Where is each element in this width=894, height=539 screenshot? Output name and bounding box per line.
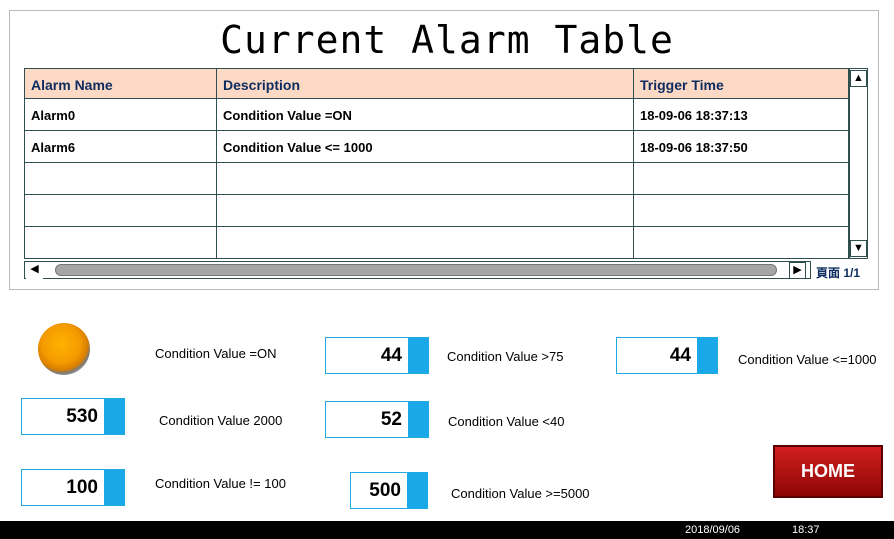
table-row-cell-description[interactable] (217, 163, 634, 195)
numeric-display[interactable]: 44 (616, 337, 718, 374)
status-date: 2018/09/06 (685, 524, 741, 536)
column-header-alarm-name[interactable]: Alarm Name (25, 69, 217, 99)
numeric-value: 530 (66, 406, 98, 427)
numeric-display[interactable]: 44 (325, 337, 429, 374)
status-lamp (38, 323, 90, 375)
numeric-display[interactable]: 530 (21, 398, 125, 435)
table-row-cell-time[interactable] (634, 227, 848, 258)
alarm-table: Alarm Name Description Trigger Time Alar… (24, 68, 849, 259)
condition-label: Condition Value >75 (447, 349, 564, 364)
condition-label: Condition Value <=1000 (738, 352, 877, 367)
table-row-cell-time[interactable]: 18-09-06 18:37:50 (634, 131, 848, 163)
condition-label: Condition Value 2000 (159, 413, 283, 428)
table-row-cell-name[interactable]: Alarm6 (25, 131, 217, 163)
numeric-value: 52 (380, 409, 402, 430)
column-header-trigger-time[interactable]: Trigger Time (634, 69, 848, 99)
condition-label: Condition Value != 100 (155, 476, 286, 491)
display-tab (407, 473, 427, 508)
display-tab (104, 470, 124, 505)
status-bar (0, 521, 894, 539)
numeric-value: 500 (369, 480, 401, 501)
arrow-down-icon[interactable]: ▼ (850, 240, 867, 257)
scroll-thumb[interactable] (55, 264, 777, 276)
arrow-left-icon[interactable]: ◀ (26, 262, 43, 279)
table-row-cell-name[interactable] (25, 163, 217, 195)
numeric-value: 44 (380, 345, 402, 366)
condition-label: Condition Value <40 (448, 414, 565, 429)
column-header-description[interactable]: Description (217, 69, 634, 99)
table-row-cell-name[interactable] (25, 227, 217, 258)
arrow-up-icon[interactable]: ▲ (850, 70, 867, 87)
numeric-value: 44 (669, 345, 691, 366)
display-tab (697, 338, 717, 373)
table-row-cell-name[interactable] (25, 195, 217, 227)
numeric-display[interactable]: 500 (350, 472, 428, 509)
table-row-cell-description[interactable] (217, 227, 634, 258)
table-row-cell-name[interactable]: Alarm0 (25, 99, 217, 131)
home-button[interactable]: HOME (773, 445, 883, 498)
condition-label: Condition Value >=5000 (451, 486, 590, 501)
table-row-cell-time[interactable] (634, 163, 848, 195)
display-tab (408, 402, 428, 437)
display-tab (104, 399, 124, 434)
table-row-cell-description[interactable]: Condition Value =ON (217, 99, 634, 131)
numeric-display[interactable]: 100 (21, 469, 125, 506)
page-indicator: 頁面 1/1 (816, 266, 861, 280)
table-row-cell-description[interactable] (217, 195, 634, 227)
numeric-display[interactable]: 52 (325, 401, 429, 438)
vertical-scrollbar[interactable]: ▲ ▼ (849, 68, 868, 259)
numeric-value: 100 (66, 477, 98, 498)
table-row-cell-time[interactable] (634, 195, 848, 227)
display-tab (408, 338, 428, 373)
page-title: Current Alarm Table (220, 18, 674, 62)
lamp-label: Condition Value =ON (155, 346, 277, 361)
horizontal-scrollbar[interactable]: ◀ (24, 261, 811, 279)
status-time: 18:37 (792, 524, 820, 536)
arrow-right-icon[interactable]: ▶ (789, 262, 806, 279)
table-row-cell-time[interactable]: 18-09-06 18:37:13 (634, 99, 848, 131)
table-row-cell-description[interactable]: Condition Value <= 1000 (217, 131, 634, 163)
